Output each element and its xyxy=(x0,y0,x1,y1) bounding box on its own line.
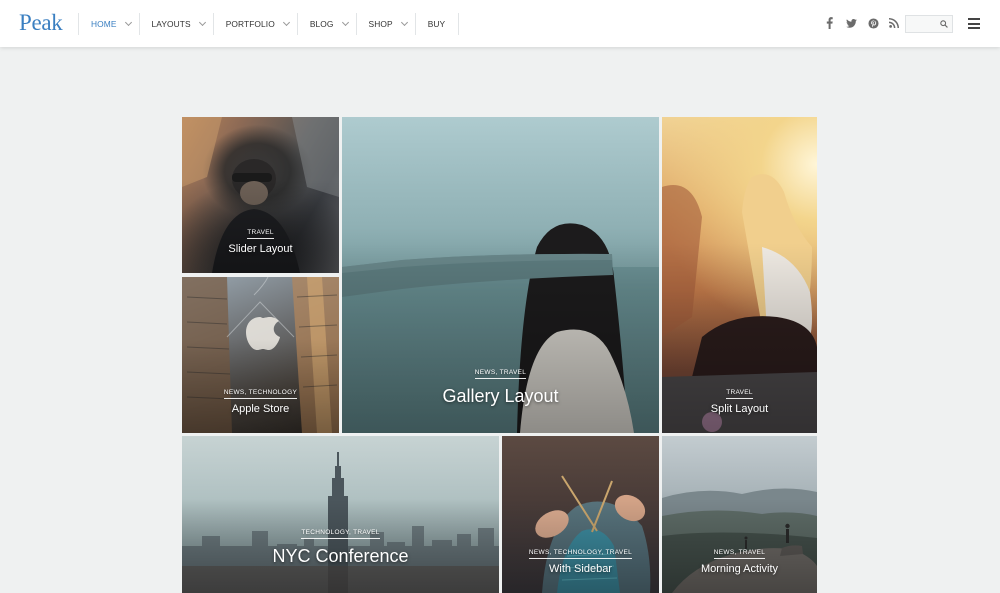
post-tile-with-sidebar[interactable]: NEWS, TECHNOLOGY, TRAVEL With Sidebar xyxy=(502,436,659,593)
nav-item-label: PORTFOLIO xyxy=(225,19,275,29)
post-caption: NEWS, TECHNOLOGY Apple Store xyxy=(182,381,339,415)
search-icon[interactable] xyxy=(940,20,948,28)
search-input[interactable] xyxy=(906,16,940,32)
nav-item-shop[interactable]: SHOP xyxy=(355,13,415,35)
site-logo[interactable]: Peak xyxy=(19,10,63,36)
chevron-down-icon xyxy=(282,18,290,27)
nav-item-layouts[interactable]: LAYOUTS xyxy=(138,13,213,35)
post-title[interactable]: Slider Layout xyxy=(182,243,339,255)
nav-item-buy[interactable]: BUY xyxy=(414,13,459,35)
post-title[interactable]: Apple Store xyxy=(182,403,339,415)
nav-item-label: HOME xyxy=(91,19,117,29)
post-tile-nyc-conference[interactable]: TECHNOLOGY, TRAVEL NYC Conference xyxy=(182,436,499,593)
post-categories[interactable]: NEWS, TECHNOLOGY xyxy=(223,389,298,399)
post-title[interactable]: NYC Conference xyxy=(182,546,499,567)
post-title[interactable]: Split Layout xyxy=(662,403,817,415)
chevron-down-icon xyxy=(124,18,132,27)
nav-item-portfolio[interactable]: PORTFOLIO xyxy=(212,13,297,35)
post-title[interactable]: With Sidebar xyxy=(502,563,659,575)
post-caption: TRAVEL Slider Layout xyxy=(182,221,339,255)
main-nav: HOME LAYOUTS PORTFOLIO BLOG SHOP BUY xyxy=(78,13,460,35)
twitter-icon[interactable] xyxy=(845,17,857,29)
nav-divider xyxy=(458,13,460,35)
post-caption: NEWS, TECHNOLOGY, TRAVEL With Sidebar xyxy=(502,541,659,575)
post-tile-gallery-layout[interactable]: NEWS, TRAVEL Gallery Layout xyxy=(342,117,659,433)
post-tile-morning-activity[interactable]: NEWS, TRAVEL Morning Activity xyxy=(662,436,817,593)
nav-item-label: BLOG xyxy=(309,19,334,29)
post-caption: NEWS, TRAVEL Gallery Layout xyxy=(342,361,659,407)
search-box xyxy=(905,15,953,33)
nav-item-label: LAYOUTS xyxy=(151,19,191,29)
nav-item-blog[interactable]: BLOG xyxy=(296,13,356,35)
site-header: Peak HOME LAYOUTS PORTFOLIO BLOG SHOP BU… xyxy=(0,0,1000,47)
post-categories[interactable]: TRAVEL xyxy=(247,229,274,239)
facebook-icon[interactable] xyxy=(823,17,835,29)
pinterest-icon[interactable] xyxy=(867,17,879,29)
chevron-down-icon xyxy=(400,18,408,27)
post-title[interactable]: Gallery Layout xyxy=(342,386,659,407)
chevron-down-icon xyxy=(341,18,349,27)
post-title[interactable]: Morning Activity xyxy=(662,563,817,575)
nav-item-label: SHOP xyxy=(368,19,393,29)
post-categories[interactable]: TRAVEL xyxy=(726,389,753,399)
post-categories[interactable]: NEWS, TECHNOLOGY, TRAVEL xyxy=(528,549,633,559)
chevron-down-icon xyxy=(198,18,206,27)
post-categories[interactable]: NEWS, TRAVEL xyxy=(474,369,527,379)
nav-item-home[interactable]: HOME xyxy=(78,13,139,35)
post-categories[interactable]: NEWS, TRAVEL xyxy=(713,549,766,559)
post-caption: NEWS, TRAVEL Morning Activity xyxy=(662,541,817,575)
post-caption: TRAVEL Split Layout xyxy=(662,381,817,415)
post-caption: TECHNOLOGY, TRAVEL NYC Conference xyxy=(182,521,499,567)
post-categories[interactable]: TECHNOLOGY, TRAVEL xyxy=(301,529,380,539)
rss-icon[interactable] xyxy=(888,17,900,29)
nav-item-label: BUY xyxy=(427,19,446,29)
post-tile-split-layout[interactable]: TRAVEL Split Layout xyxy=(662,117,817,433)
hamburger-menu-icon[interactable] xyxy=(968,18,980,29)
post-tile-slider-layout[interactable]: TRAVEL Slider Layout xyxy=(182,117,339,273)
post-tile-apple-store[interactable]: NEWS, TECHNOLOGY Apple Store xyxy=(182,277,339,433)
